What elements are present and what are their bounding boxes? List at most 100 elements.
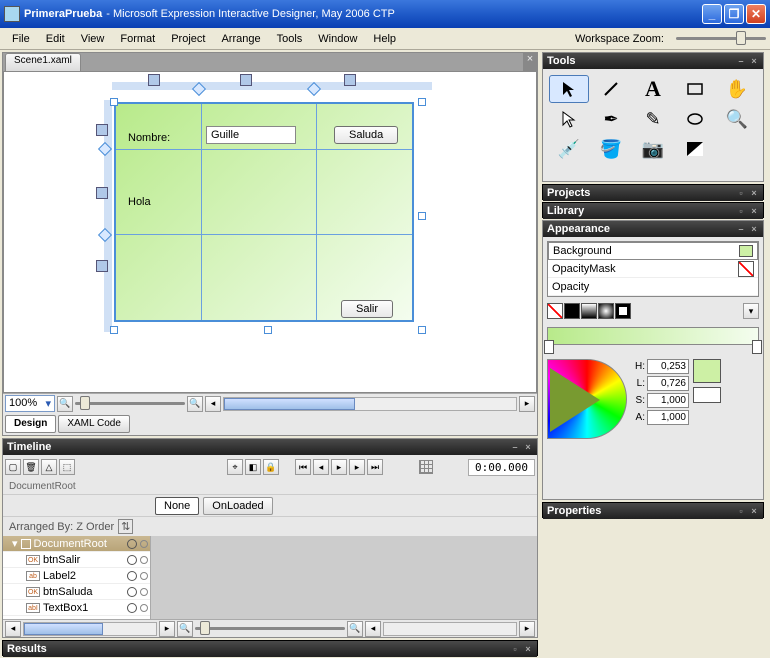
tl-scroll-left-icon[interactable]: ◂ — [5, 621, 21, 637]
brush-radial-icon[interactable] — [598, 303, 614, 319]
projects-panel[interactable]: Projects▫× — [542, 184, 764, 200]
menu-window[interactable]: Window — [310, 31, 365, 47]
mode-tab-xaml[interactable]: XAML Code — [58, 415, 130, 433]
brush-solid-icon[interactable] — [564, 303, 580, 319]
button-salir[interactable]: Salir — [341, 300, 393, 318]
canvas-zoom-slider[interactable] — [75, 402, 185, 405]
timeline-object-list[interactable]: ▾DocumentRootOKbtnSalirabLabel2OKbtnSalu… — [3, 536, 151, 619]
export-icon[interactable]: ⬚ — [59, 459, 75, 475]
zoom-tool-icon[interactable]: 🔍 — [717, 105, 757, 133]
lightness-input[interactable] — [647, 376, 689, 391]
menu-tools[interactable]: Tools — [269, 31, 311, 47]
close-icon[interactable]: × — [523, 442, 533, 452]
results-panel[interactable]: Results ▫× — [2, 640, 538, 656]
tl-zoom-in-icon[interactable]: 🔍 — [347, 621, 363, 637]
mode-tab-design[interactable]: Design — [5, 415, 56, 433]
timeline-timestamp[interactable]: 0:00.000 — [468, 459, 535, 476]
timeline-item[interactable]: ▾DocumentRoot — [3, 536, 150, 552]
artboard-grid[interactable]: Nombre: Guille Saluda Hola Salir — [114, 102, 414, 322]
pencil-tool-icon[interactable]: ✎ — [633, 105, 673, 133]
line-tool-icon[interactable] — [591, 75, 631, 103]
menu-project[interactable]: Project — [163, 31, 213, 47]
gradient-stop[interactable] — [544, 340, 554, 354]
step-fwd-icon[interactable]: ▸ — [349, 459, 365, 475]
brush-linear-icon[interactable] — [581, 303, 597, 319]
delete-timeline-icon[interactable]: 🗑 — [23, 459, 39, 475]
visibility-icon[interactable] — [127, 555, 137, 565]
library-panel[interactable]: Library▫× — [542, 202, 764, 218]
timeline-header[interactable]: Timeline –× — [3, 439, 537, 455]
tl-zoom-slider[interactable] — [195, 627, 345, 630]
ellipse-tool-icon[interactable] — [675, 105, 715, 133]
visibility-icon[interactable] — [127, 539, 137, 549]
zoom-out-icon[interactable]: 🔍 — [57, 396, 73, 412]
tl-zoom-out-icon[interactable]: 🔍 — [177, 621, 193, 637]
lock-icon[interactable] — [140, 540, 148, 548]
paint-bucket-tool-icon[interactable]: 🪣 — [591, 135, 631, 163]
eyedropper-tool-icon[interactable]: 💉 — [549, 135, 589, 163]
hue-input[interactable] — [647, 359, 689, 374]
timeline-tracks[interactable] — [151, 536, 537, 619]
tl-track-scroll-left-icon[interactable]: ◂ — [365, 621, 381, 637]
expand-icon[interactable]: ▾ — [12, 537, 18, 550]
prop-background[interactable]: Background — [548, 242, 758, 260]
button-saluda[interactable]: Saluda — [334, 126, 398, 144]
text-tool-icon[interactable]: A — [633, 75, 673, 103]
tl-name-scroll[interactable] — [23, 622, 157, 636]
menu-view[interactable]: View — [73, 31, 113, 47]
visibility-icon[interactable] — [127, 587, 137, 597]
lock-icon[interactable]: 🔒 — [263, 459, 279, 475]
import-icon[interactable]: △ — [41, 459, 57, 475]
visibility-icon[interactable] — [127, 603, 137, 613]
zoom-combo[interactable]: 100%▾ — [5, 395, 55, 412]
timeline-item[interactable]: OKbtnSaluda — [3, 584, 150, 600]
gradient-stop[interactable] — [752, 340, 762, 354]
lock-icon[interactable] — [140, 556, 148, 564]
visibility-icon[interactable] — [127, 571, 137, 581]
brush-none-icon[interactable] — [547, 303, 563, 319]
gradient-editor[interactable] — [547, 327, 759, 345]
menu-edit[interactable]: Edit — [38, 31, 73, 47]
canvas-hscroll[interactable] — [223, 397, 517, 411]
minimize-button[interactable]: _ — [702, 4, 722, 24]
timeline-item[interactable]: abITextBox1 — [3, 600, 150, 616]
zorder-toggle-icon[interactable]: ⇅ — [118, 519, 133, 534]
gradient-tool-icon[interactable] — [675, 135, 715, 163]
zoom-in-icon[interactable]: 🔍 — [187, 396, 203, 412]
workspace-zoom-slider[interactable] — [676, 37, 766, 40]
menu-file[interactable]: File — [4, 31, 38, 47]
menu-help[interactable]: Help — [365, 31, 404, 47]
selection-tool-icon[interactable] — [549, 75, 589, 103]
scroll-left-icon[interactable]: ◂ — [205, 396, 221, 412]
goto-first-icon[interactable]: ⏮ — [295, 459, 311, 475]
alpha-input[interactable] — [647, 410, 689, 425]
snapping-grid-icon[interactable] — [419, 460, 433, 474]
properties-panel[interactable]: Properties▫× — [542, 502, 764, 518]
close-icon[interactable]: × — [523, 644, 533, 654]
collapse-icon[interactable]: – — [510, 442, 520, 452]
maximize-button[interactable]: ❐ — [724, 4, 744, 24]
brush-tile-icon[interactable] — [615, 303, 631, 319]
prop-opacitymask[interactable]: OpacityMask — [548, 260, 758, 278]
tl-scroll-right-icon[interactable]: ▸ — [159, 621, 175, 637]
timeline-item[interactable]: abLabel2 — [3, 568, 150, 584]
menu-format[interactable]: Format — [112, 31, 163, 47]
pan-tool-icon[interactable]: ✋ — [717, 75, 757, 103]
step-back-icon[interactable]: ◂ — [313, 459, 329, 475]
tl-track-scroll-right-icon[interactable]: ▸ — [519, 621, 535, 637]
keyframe-icon[interactable]: ◧ — [245, 459, 261, 475]
trigger-onloaded[interactable]: OnLoaded — [203, 497, 272, 515]
timeline-item[interactable]: OKbtnSalir — [3, 552, 150, 568]
snap-icon[interactable]: ⌖ — [227, 459, 243, 475]
document-tab-close[interactable]: × — [523, 53, 537, 71]
lock-icon[interactable] — [140, 604, 148, 612]
color-wheel[interactable] — [547, 359, 627, 439]
lock-icon[interactable] — [140, 572, 148, 580]
brush-options-icon[interactable]: ▾ — [743, 303, 759, 319]
close-button[interactable]: ✕ — [746, 4, 766, 24]
trigger-none[interactable]: None — [155, 497, 199, 515]
direct-select-tool-icon[interactable] — [549, 105, 589, 133]
textbox-guille[interactable]: Guille — [206, 126, 296, 144]
rectangle-tool-icon[interactable] — [675, 75, 715, 103]
scroll-right-icon[interactable]: ▸ — [519, 396, 535, 412]
